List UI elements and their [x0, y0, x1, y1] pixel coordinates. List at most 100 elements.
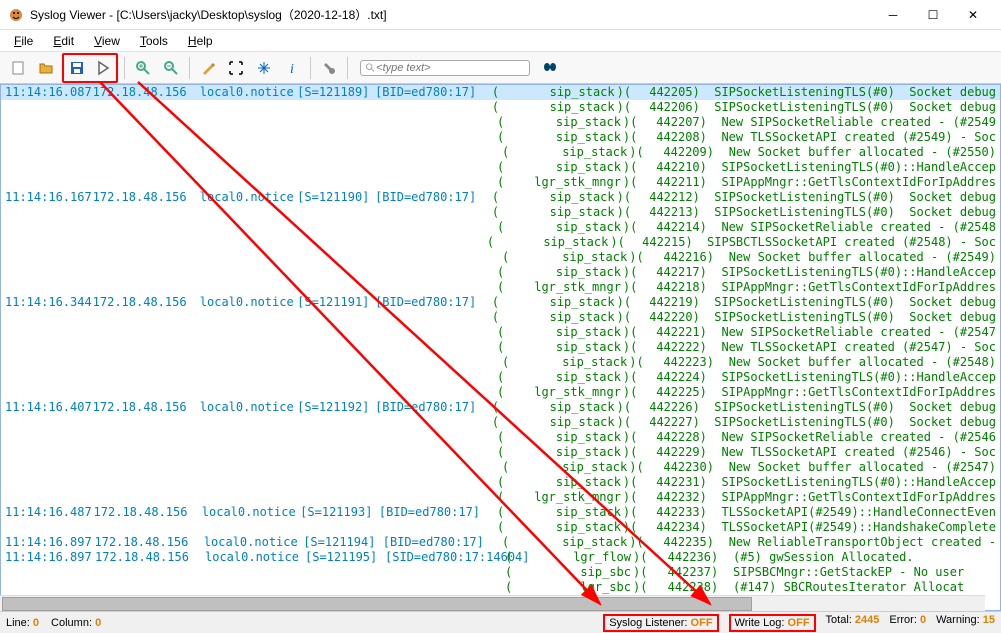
maximize-button[interactable]: ☐	[913, 1, 953, 29]
play-button[interactable]	[91, 56, 115, 80]
zoom-in-button[interactable]	[131, 56, 155, 80]
log-paren: )(	[623, 490, 641, 505]
log-row[interactable]: 11:14:16.407172.18.48.156local0.notice[S…	[1, 400, 1000, 415]
log-paren: )(	[617, 205, 635, 220]
log-row[interactable]: (sip_stack)(442231)SIPSocketListeningTLS…	[1, 475, 1000, 490]
log-paren: (	[497, 325, 515, 340]
log-seq	[300, 490, 379, 505]
log-row[interactable]: (sip_stack)(442224)SIPSocketListeningTLS…	[1, 370, 1000, 385]
log-paren: (	[505, 580, 523, 595]
log-row[interactable]: (sip_stack)(442223)New Socket buffer all…	[1, 355, 1000, 370]
log-row[interactable]: (sip_stack)(442229)New TLSSocketAPI crea…	[1, 445, 1000, 460]
log-row[interactable]: (sip_stack)(442230)New Socket buffer all…	[1, 460, 1000, 475]
log-module: sip_stack	[509, 190, 616, 205]
log-linenum: 442228	[641, 430, 700, 445]
log-row[interactable]: (sip_stack)(442210)SIPSocketListeningTLS…	[1, 160, 1000, 175]
menu-tools[interactable]: Tools	[132, 32, 176, 50]
log-row[interactable]: ( lgr_sbc)(442238)(#147) SBCRoutesIterat…	[1, 580, 1000, 595]
highlight-button[interactable]	[196, 56, 220, 80]
save-button[interactable]	[65, 56, 89, 80]
minimize-button[interactable]: ─	[873, 1, 913, 29]
log-row[interactable]: 11:14:16.087172.18.48.156local0.notice[S…	[1, 85, 1000, 100]
log-row[interactable]: (lgr_stk_mngr)(442232)SIPAppMngr::GetTls…	[1, 490, 1000, 505]
log-module: sip_stack	[515, 445, 623, 460]
log-row[interactable]: (lgr_stk_mngr)(442225)SIPAppMngr::GetTls…	[1, 385, 1000, 400]
log-paren: )(	[629, 250, 647, 265]
log-facility	[202, 490, 300, 505]
log-time	[5, 490, 94, 505]
find-button[interactable]	[538, 56, 562, 80]
log-row[interactable]: (sip_stack)(442220)SIPSocketListeningTLS…	[1, 310, 1000, 325]
log-linenum: 442211	[641, 175, 700, 190]
log-facility: local0.notice	[200, 190, 297, 205]
freeze-button[interactable]	[252, 56, 276, 80]
log-row[interactable]: (sip_stack)(442222)New TLSSocketAPI crea…	[1, 340, 1000, 355]
log-row[interactable]: (sip_stack)(442207)New SIPSocketReliable…	[1, 115, 1000, 130]
log-row[interactable]: (lgr_stk_mngr)(442218)SIPAppMngr::GetTls…	[1, 280, 1000, 295]
log-paren: (	[497, 130, 515, 145]
log-time	[5, 280, 94, 295]
log-row[interactable]: ( sip_sbc)(442237)SIPSBCMngr::GetStackEP…	[1, 565, 1000, 580]
log-row[interactable]: (sip_stack)(442221)New SIPSocketReliable…	[1, 325, 1000, 340]
log-facility	[202, 340, 300, 355]
log-row[interactable]: (sip_stack)(442234)TLSSocketAPI(#2549)::…	[1, 520, 1000, 535]
log-ip: 172.18.48.156	[94, 535, 203, 550]
zoom-out-button[interactable]	[159, 56, 183, 80]
scrollbar-thumb[interactable]	[2, 597, 752, 611]
log-row[interactable]: (sip_stack)(442214)New SIPSocketReliable…	[1, 220, 1000, 235]
log-module: sip_stack	[509, 100, 616, 115]
close-button[interactable]: ✕	[953, 1, 993, 29]
log-row[interactable]: 11:14:16.897172.18.48.156local0.notice[S…	[1, 535, 1000, 550]
menu-file[interactable]: File	[6, 32, 41, 50]
menu-view[interactable]: View	[86, 32, 128, 50]
log-linenum: 442223	[647, 355, 707, 370]
log-row[interactable]: (sip_stack)(442227)SIPSocketListeningTLS…	[1, 415, 1000, 430]
log-row[interactable]: 11:14:16.344172.18.48.156local0.notice[S…	[1, 295, 1000, 310]
log-paren: )	[693, 310, 707, 325]
search-box[interactable]	[360, 60, 530, 76]
scrollbar-horizontal[interactable]	[0, 595, 985, 611]
log-paren: )(	[617, 310, 635, 325]
log-bid: [BID=ed780:17]	[375, 85, 492, 100]
log-message: SIPSBCMngr::GetStackEP - No user	[725, 565, 964, 580]
log-row[interactable]: (sip_stack)(442209)New Socket buffer all…	[1, 145, 1000, 160]
log-row[interactable]: (lgr_stk_mngr)(442211)SIPAppMngr::GetTls…	[1, 175, 1000, 190]
info-button[interactable]: i	[280, 56, 304, 80]
log-row[interactable]: (sip_stack)(442208)New TLSSocketAPI crea…	[1, 130, 1000, 145]
open-button[interactable]	[34, 56, 58, 80]
log-module: sip_stack	[515, 520, 623, 535]
log-module: sip_stack	[515, 370, 623, 385]
log-ip: 172.18.48.156	[94, 505, 202, 520]
log-module: sip_stack	[520, 535, 629, 550]
log-ip	[95, 565, 205, 580]
menu-help[interactable]: Help	[180, 32, 221, 50]
log-row[interactable]: 11:14:16.167172.18.48.156local0.notice[S…	[1, 190, 1000, 205]
menu-edit[interactable]: Edit	[45, 32, 82, 50]
log-paren: )	[707, 250, 721, 265]
log-row[interactable]: (sip_stack)(442215)SIPSBCTLSSocketAPI cr…	[1, 235, 1000, 250]
new-button[interactable]	[6, 56, 30, 80]
log-seq	[300, 220, 379, 235]
log-row[interactable]: (sip_stack)(442217)SIPSocketListeningTLS…	[1, 265, 1000, 280]
log-paren: (	[502, 355, 520, 370]
settings-button[interactable]	[317, 56, 341, 80]
log-paren: (	[497, 445, 515, 460]
log-paren: (	[497, 115, 515, 130]
log-message: SIPSocketListeningTLS(#0)::HandleAccep	[713, 160, 996, 175]
log-module: sip_stack	[509, 85, 616, 100]
log-row[interactable]: 11:14:16.487172.18.48.156local0.notice[S…	[1, 505, 1000, 520]
log-row[interactable]: (sip_stack)(442228)New SIPSocketReliable…	[1, 430, 1000, 445]
log-row[interactable]: (sip_stack)(442216)New Socket buffer all…	[1, 250, 1000, 265]
fullscreen-button[interactable]	[224, 56, 248, 80]
log-row[interactable]: (sip_stack)(442206)SIPSocketListeningTLS…	[1, 100, 1000, 115]
log-linenum: 442230	[647, 460, 707, 475]
search-input[interactable]	[376, 62, 525, 74]
log-row[interactable]: 11:14:16.897172.18.48.156local0.notice[S…	[1, 550, 1000, 565]
log-row[interactable]: (sip_stack)(442213)SIPSocketListeningTLS…	[1, 205, 1000, 220]
log-area[interactable]: 11:14:16.087172.18.48.156local0.notice[S…	[0, 84, 1001, 611]
log-message: New TLSSocketAPI created (#2546) - Soc	[713, 445, 996, 460]
log-paren: (	[502, 535, 520, 550]
log-seq	[300, 370, 379, 385]
log-facility	[202, 370, 300, 385]
log-time	[5, 340, 94, 355]
